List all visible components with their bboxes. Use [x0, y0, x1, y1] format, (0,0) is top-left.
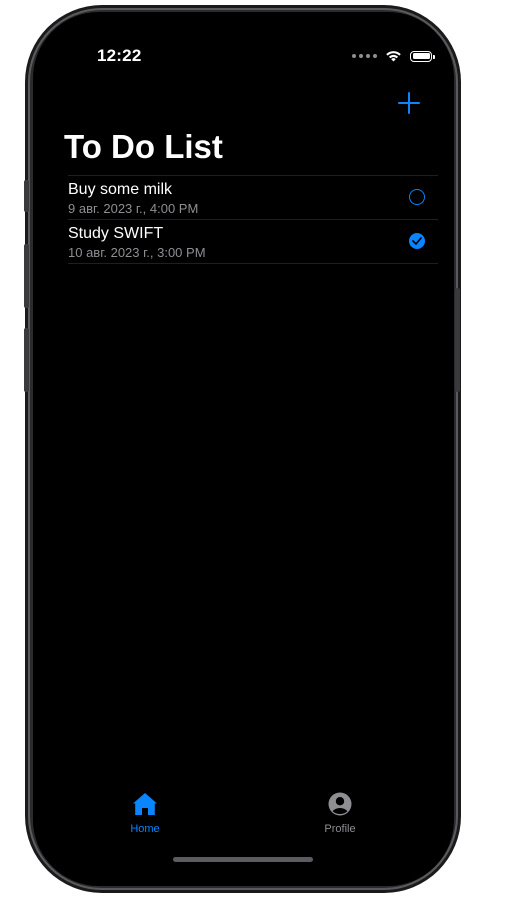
house-icon: [133, 793, 157, 815]
tab-home-label: Home: [130, 823, 160, 835]
tab-profile-label: Profile: [324, 823, 356, 835]
todo-title: Buy some milk: [68, 181, 173, 198]
checkmark-circle-icon[interactable]: [409, 233, 425, 249]
todo-list: Buy some milk 9 авг. 2023 г., 4:00 PM St…: [68, 175, 438, 264]
tab-profile[interactable]: Profile: [300, 792, 380, 835]
incomplete-circle-icon[interactable]: [409, 189, 425, 205]
app-screen: 12:22 To Do List Buy some milk 9 авг. 20…: [33, 12, 454, 886]
todo-date: 10 авг. 2023 г., 3:00 PM: [68, 245, 206, 260]
page-title: To Do List: [64, 128, 223, 165]
home-indicator: [173, 857, 313, 862]
status-time: 12:22: [97, 46, 142, 65]
tab-home[interactable]: Home: [105, 792, 185, 835]
volume-up-button: [24, 244, 29, 308]
action-button: [24, 180, 29, 212]
todo-row[interactable]: Study SWIFT 10 авг. 2023 г., 3:00 PM: [68, 220, 438, 264]
todo-title: Study SWIFT: [68, 225, 164, 242]
wifi-icon: [386, 51, 401, 62]
person-circle-icon: [328, 792, 352, 816]
power-button: [455, 288, 460, 392]
todo-date: 9 авг. 2023 г., 4:00 PM: [68, 201, 199, 216]
todo-row[interactable]: Buy some milk 9 авг. 2023 г., 4:00 PM: [68, 176, 438, 220]
battery-icon: [410, 50, 435, 62]
add-todo-button[interactable]: [398, 92, 420, 114]
volume-down-button: [24, 328, 29, 392]
cellular-signal-icon: [352, 54, 377, 58]
status-icons: [352, 50, 435, 62]
